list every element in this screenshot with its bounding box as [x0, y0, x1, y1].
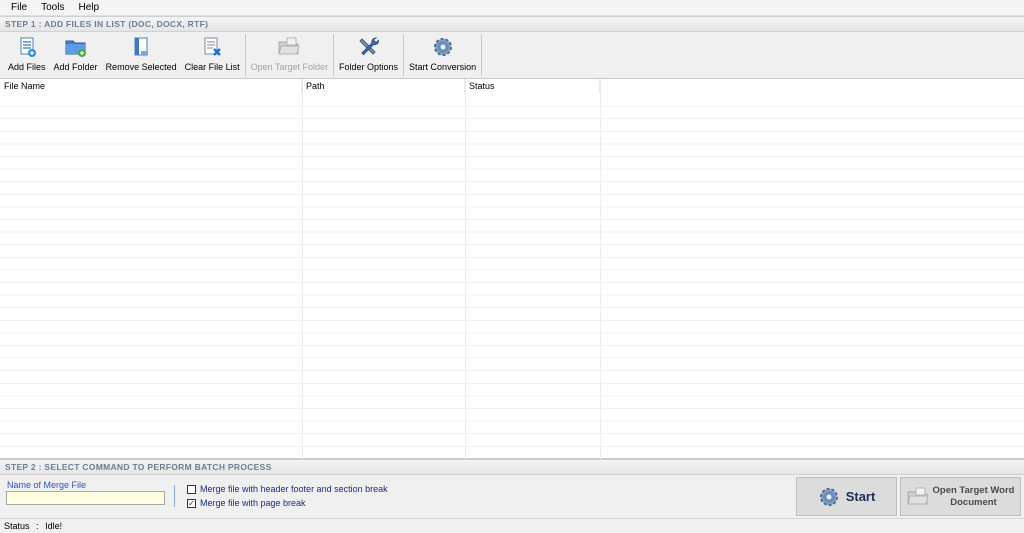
open-target-word-document-label: Open Target Word Document — [933, 485, 1015, 509]
start-button-label: Start — [845, 489, 876, 504]
column-divider — [302, 79, 303, 459]
page-break-checkbox[interactable]: ✓ — [187, 498, 196, 508]
menu-tools[interactable]: Tools — [34, 0, 71, 16]
status-label: Status — [4, 521, 30, 531]
open-target-folder-label: Open Target Folder — [250, 62, 329, 72]
gear-icon — [819, 487, 838, 506]
column-header-status[interactable]: Status — [465, 79, 600, 94]
toolbar-separator — [244, 34, 246, 76]
open-target-line2: Document — [950, 496, 997, 508]
open-target-word-document-button[interactable]: Open Target Word Document — [900, 477, 1021, 516]
remove-selected-button[interactable]: Remove Selected — [102, 32, 181, 78]
column-divider — [465, 79, 466, 459]
panel-divider — [174, 485, 175, 507]
option-header-footer-row[interactable]: Merge file with header footer and sectio… — [187, 484, 388, 494]
status-value: Idle! — [45, 521, 63, 531]
start-conversion-label: Start Conversion — [409, 62, 477, 72]
folder-options-button[interactable]: Folder Options — [335, 32, 402, 78]
folder-options-label: Folder Options — [339, 62, 399, 72]
add-files-icon — [20, 37, 36, 57]
column-header-file-name[interactable]: File Name — [0, 79, 302, 94]
remove-selected-icon — [134, 37, 149, 56]
open-folder-icon — [906, 487, 929, 504]
add-files-button[interactable]: Add Files — [4, 32, 50, 78]
column-header-path[interactable]: Path — [302, 79, 465, 94]
add-folder-label: Add Folder — [53, 62, 98, 72]
start-button[interactable]: Start — [796, 477, 897, 516]
step2-header: STEP 2 : SELECT COMMAND TO PERFORM BATCH… — [0, 459, 1024, 475]
tools-icon — [358, 37, 379, 56]
menu-help[interactable]: Help — [71, 0, 106, 16]
step2-panel: Name of Merge File Merge file with heade… — [0, 475, 1024, 518]
add-folder-button[interactable]: Add Folder — [50, 32, 102, 78]
step1-header: STEP 1 : ADD FILES IN LIST (DOC, DOCX, R… — [0, 16, 1024, 32]
merge-file-name-input[interactable] — [6, 491, 165, 505]
status-bar: Status : Idle! — [0, 518, 1024, 533]
toolbar-separator — [481, 34, 483, 76]
header-footer-checkbox[interactable] — [187, 484, 196, 494]
menu-file[interactable]: File — [4, 0, 34, 16]
toolbar-separator — [403, 34, 405, 76]
menu-bar: File Tools Help — [0, 0, 1024, 16]
remove-selected-label: Remove Selected — [105, 62, 177, 72]
add-folder-icon — [65, 40, 86, 57]
add-files-label: Add Files — [8, 62, 46, 72]
file-list-table[interactable]: File Name Path Status — [0, 79, 1024, 459]
clear-list-icon — [204, 37, 221, 56]
table-header: File Name Path Status — [0, 79, 1024, 94]
clear-file-list-label: Clear File List — [184, 62, 240, 72]
status-separator: : — [36, 521, 39, 531]
open-target-folder-button[interactable]: Open Target Folder — [247, 32, 332, 78]
toolbar: Add Files Add Folder Remove Selected Cle… — [0, 32, 1024, 79]
clear-file-list-button[interactable]: Clear File List — [181, 32, 244, 78]
option-page-break-row[interactable]: ✓ Merge file with page break — [187, 498, 306, 508]
start-conversion-button[interactable]: Start Conversion — [405, 32, 480, 78]
page-break-label: Merge file with page break — [200, 498, 306, 508]
toolbar-separator — [333, 34, 335, 76]
open-folder-icon — [278, 37, 300, 55]
open-target-line1: Open Target Word — [932, 484, 1015, 496]
column-divider — [600, 79, 601, 459]
merge-file-name-label: Name of Merge File — [7, 480, 87, 490]
gear-icon — [433, 38, 452, 56]
header-footer-label: Merge file with header footer and sectio… — [200, 484, 388, 494]
